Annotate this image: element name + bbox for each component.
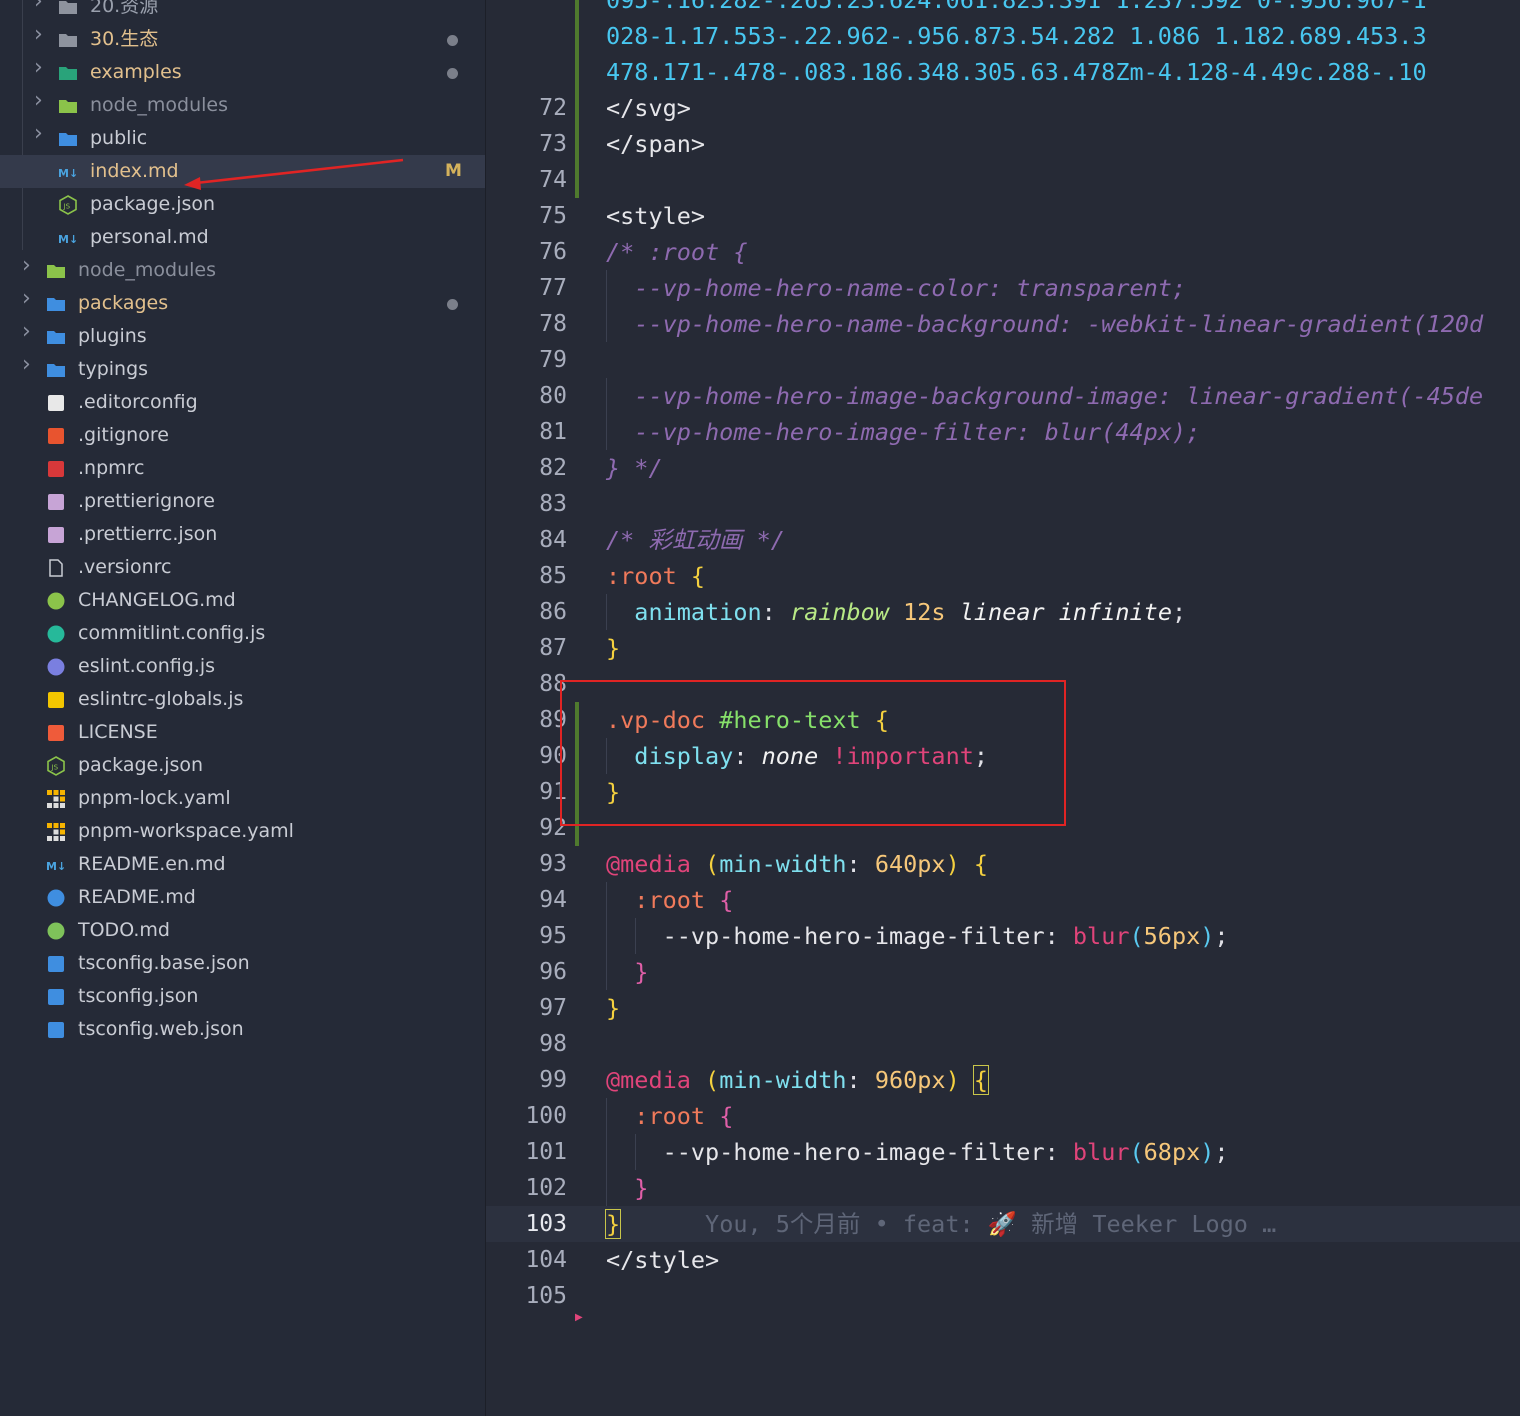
annotation-arrow: [184, 158, 404, 190]
